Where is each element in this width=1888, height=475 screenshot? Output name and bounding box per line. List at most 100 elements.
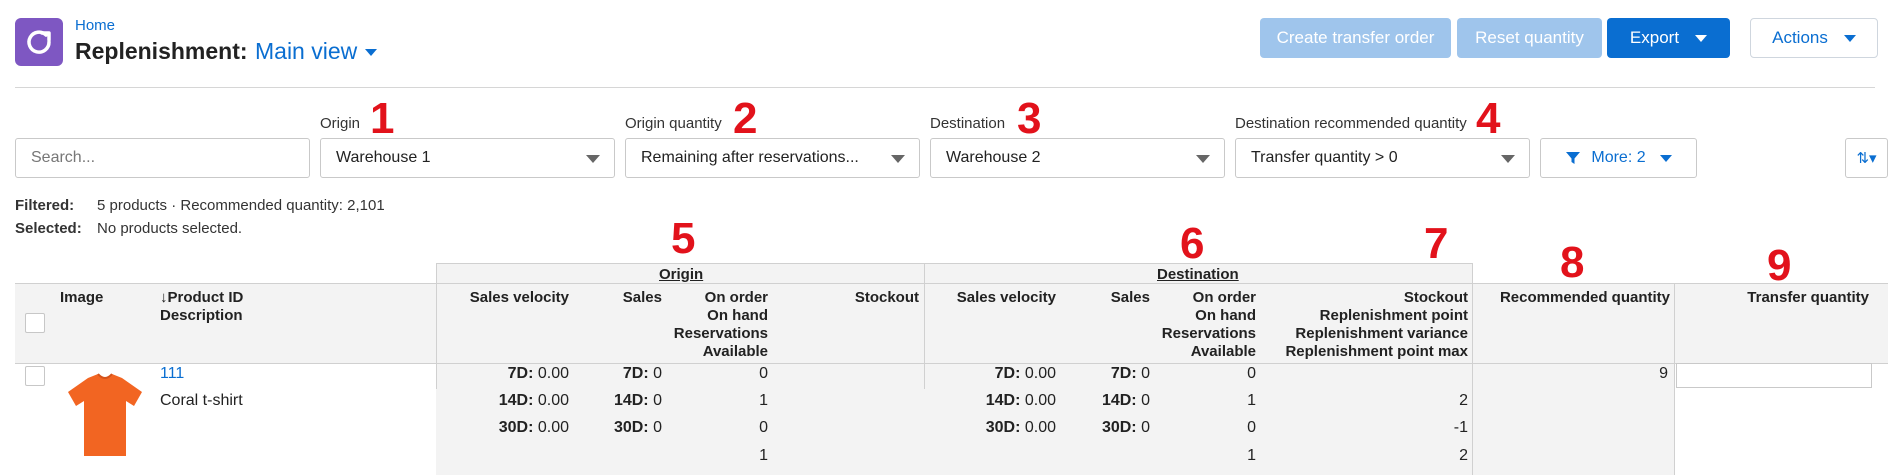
origin-reservations-value: 0 — [759, 419, 768, 436]
dest-available: Available — [1190, 343, 1256, 360]
more-filters-label: More: 2 — [1591, 149, 1646, 166]
filtered-label: Filtered: — [15, 197, 75, 214]
dest-stockout: Stockout — [1403, 289, 1468, 306]
dest-replenishment-point-max-value: 2 — [1459, 447, 1468, 464]
col-product-id[interactable]: ↓Product ID — [160, 289, 243, 307]
dest-replenishment-point-max: Replenishment point max — [1285, 343, 1468, 360]
chevron-down-icon — [586, 155, 600, 163]
divider — [436, 263, 437, 389]
origin-on-hand: On hand — [707, 307, 768, 324]
row-checkbox[interactable] — [25, 366, 45, 386]
sort-button[interactable]: ⇅▾ — [1845, 138, 1888, 178]
dest-replenishment-variance: Replenishment variance — [1295, 325, 1468, 342]
group-destination: Destination — [1157, 266, 1239, 283]
divider — [15, 283, 1888, 284]
col-dest-stock: On order On hand Reservations Available — [1127, 289, 1256, 361]
dest-recommended-label: Destination recommended quantity — [1235, 115, 1467, 132]
selected-value: No products selected. — [97, 220, 243, 237]
divider — [1674, 283, 1675, 475]
recommended-quantity-value: 9 — [1659, 365, 1668, 382]
marker-5: 5 — [671, 214, 696, 263]
more-filters-button[interactable]: More: 2 — [1540, 138, 1697, 178]
tshirt-image — [68, 373, 142, 456]
marker-8: 8 — [1560, 238, 1585, 287]
dest-sales-14d: 14D: 0 — [1101, 392, 1150, 409]
col-dest-sales-velocity: Sales velocity — [956, 289, 1056, 306]
marker-2: 2 — [733, 94, 758, 143]
marker-1: 1 — [370, 94, 395, 143]
search-input[interactable]: Search... — [15, 138, 310, 178]
col-description: Description — [160, 307, 243, 324]
export-label: Export — [1629, 28, 1680, 47]
actions-button[interactable]: Actions — [1750, 18, 1878, 58]
export-button[interactable]: Export — [1607, 18, 1730, 58]
marker-6: 6 — [1180, 219, 1205, 268]
origin-on-order: On order — [704, 289, 768, 306]
dest-replenishment-variance-value: -1 — [1453, 419, 1468, 436]
filter-icon — [1566, 152, 1581, 164]
filtered-value: 5 products · Recommended quantity: 2,101 — [97, 197, 385, 214]
origin-sales-14d: 14D: 0 — [613, 392, 662, 409]
marker-3: 3 — [1017, 94, 1042, 143]
divider — [1472, 263, 1473, 475]
destination-label: Destination — [930, 115, 1006, 132]
origin-velocity-14d: 14D: 0.00 — [498, 392, 569, 409]
product-description: Coral t-shirt — [160, 392, 243, 409]
select-all-checkbox[interactable] — [25, 313, 45, 333]
marker-4: 4 — [1476, 94, 1501, 143]
header-divider — [15, 87, 1875, 88]
chevron-down-icon — [891, 155, 905, 163]
origin-value: Warehouse 1 — [336, 149, 431, 166]
origin-label: Origin — [320, 115, 361, 132]
actions-label: Actions — [1772, 28, 1828, 47]
dest-on-order: On order — [1192, 289, 1256, 306]
dest-reservations-value: 0 — [1247, 419, 1256, 436]
col-recommended-quantity: Recommended quantity — [1499, 289, 1670, 306]
origin-on-order-value: 0 — [759, 365, 768, 382]
product-id-link[interactable]: 111 — [160, 364, 184, 384]
dest-on-hand-value: 1 — [1247, 392, 1256, 409]
create-transfer-order-button[interactable]: Create transfer order — [1260, 18, 1451, 58]
marker-7: 7 — [1424, 219, 1449, 268]
origin-sales-30d: 30D: 0 — [613, 419, 662, 436]
sort-icon: ⇅▾ — [1856, 150, 1877, 167]
col-dest-replenishment: Stockout Replenishment point Replenishme… — [1260, 289, 1468, 361]
origin-quantity-select[interactable]: Remaining after reservations... — [625, 138, 920, 178]
col-origin-stock: On order On hand Reservations Available — [640, 289, 768, 361]
marker-9: 9 — [1767, 241, 1792, 290]
dest-sales-30d: 30D: 0 — [1101, 419, 1150, 436]
destination-select[interactable]: Warehouse 2 — [930, 138, 1225, 178]
dest-replenishment-point: Replenishment point — [1319, 307, 1468, 324]
origin-quantity-label: Origin quantity — [625, 115, 722, 132]
col-origin-stockout: Stockout — [854, 289, 919, 306]
transfer-quantity-input[interactable] — [1676, 363, 1872, 388]
origin-select[interactable]: Warehouse 1 — [320, 138, 615, 178]
filtered-summary: Filtered: 5 products · Recommended quanti… — [15, 197, 385, 214]
breadcrumb-home[interactable]: Home — [75, 17, 115, 34]
origin-sales-7d: 7D: 0 — [622, 365, 662, 382]
origin-velocity-30d: 30D: 0.00 — [498, 419, 569, 436]
search-placeholder: Search... — [31, 149, 96, 166]
dest-velocity-7d: 7D: 0.00 — [994, 365, 1056, 382]
chevron-down-icon — [1659, 154, 1672, 162]
product-image — [60, 368, 150, 463]
reset-quantity-button[interactable]: Reset quantity — [1457, 18, 1602, 58]
origin-on-hand-value: 1 — [759, 392, 768, 409]
app-icon — [15, 18, 63, 66]
dest-recommended-select[interactable]: Transfer quantity > 0 — [1235, 138, 1530, 178]
dest-available-value: 1 — [1247, 447, 1256, 464]
page-title: Replenishment: — [75, 38, 248, 64]
divider — [436, 263, 1472, 264]
refresh-icon — [27, 30, 51, 54]
origin-velocity-7d: 7D: 0.00 — [507, 365, 569, 382]
col-transfer-quantity: Transfer quantity — [1747, 289, 1869, 306]
view-selector[interactable]: Main view — [255, 38, 378, 65]
origin-quantity-value: Remaining after reservations... — [641, 149, 859, 166]
dest-reservations: Reservations — [1161, 325, 1256, 342]
destination-value: Warehouse 2 — [946, 149, 1041, 166]
col-image: Image — [60, 289, 104, 306]
dest-recommended-value: Transfer quantity > 0 — [1251, 149, 1398, 166]
dest-on-hand: On hand — [1195, 307, 1256, 324]
chevron-down-icon — [1695, 34, 1708, 42]
origin-available: Available — [702, 343, 768, 360]
